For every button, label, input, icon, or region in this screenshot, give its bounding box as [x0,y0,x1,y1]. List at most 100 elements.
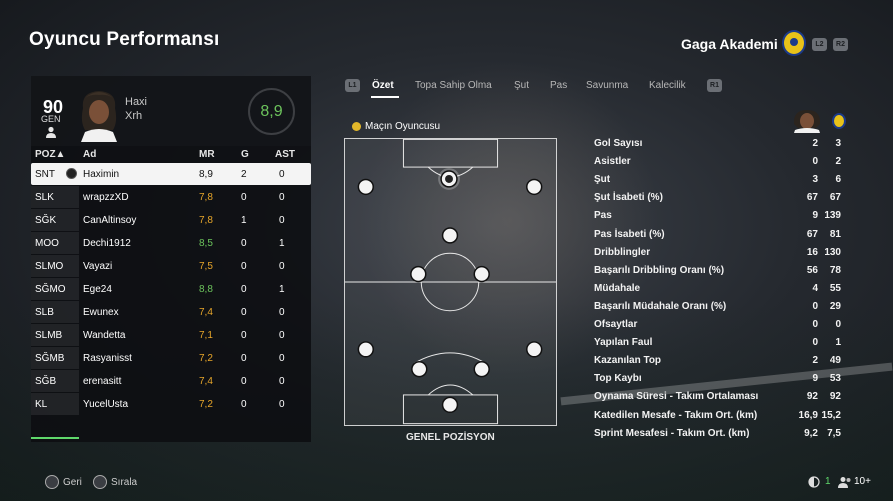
table-header: POZ▲ Ad MR G AST [31,146,311,163]
column-header-ast[interactable]: AST [275,149,295,160]
stat-player-value: 0 [812,319,818,330]
stat-row: Başarılı Dribbling Oranı (%) 56 78 [594,262,846,280]
row-goals: 0 [241,353,247,364]
circle-button-icon[interactable] [45,475,59,489]
row-player-name: YucelUsta [83,399,129,410]
stat-player-value: 9 [812,210,818,222]
l1-button-hint[interactable]: L1 [345,79,360,92]
page-title: Oyuncu Performansı [29,29,220,50]
stat-player-value: 4 [812,282,818,294]
r1-button-hint[interactable]: R1 [707,79,722,92]
stat-team-value: 0 [835,319,841,330]
row-assists: 0 [279,376,285,387]
row-player-name: wrapzzXD [83,192,129,203]
table-row[interactable]: SĞB erenasitt 7,4 0 0 [31,370,311,392]
stat-team-value: 53 [829,373,841,385]
stat-row: Oynama Süresi - Takım Ortalaması 92 92 [594,388,846,406]
table-row[interactable]: SĞMB Rasyanisst 7,2 0 0 [31,347,311,369]
row-player-name: Vayazi [83,261,113,272]
stat-team-value: 29 [829,300,841,312]
table-row[interactable]: SLMB Wandetta 7,1 0 0 [31,324,311,346]
table-row[interactable]: SĞK CanAltinsoy 7,8 1 0 [31,209,311,231]
player-marker-kl [441,396,459,414]
row-match-rating: 8,8 [199,284,213,295]
stat-row: Şut 3 6 [594,171,846,189]
stat-player-value: 92 [806,391,818,403]
stat-label: Pas [594,210,612,222]
r2-button-hint[interactable]: R2 [833,38,848,51]
stat-player-value: 16,9 [798,409,818,421]
table-row[interactable]: MOO Dechi1912 8,5 0 1 [31,232,311,254]
column-header-pos[interactable]: POZ▲ [35,149,65,160]
square-button-icon[interactable] [93,475,107,489]
scroll-indicator [31,437,79,439]
tab-passing[interactable]: Pas [550,80,567,91]
player-marker-slmo [410,265,427,283]
team-crest-icon [832,113,846,129]
online-count: 1 [825,476,831,487]
stat-player-value: 9,2 [804,427,818,439]
stat-player-value: 16 [806,246,818,258]
stat-team-value: 92 [829,391,841,403]
stat-team-value: 78 [829,264,841,276]
active-tab-underline [371,96,399,98]
row-player-name: Wandetta [83,330,126,341]
l2-button-hint[interactable]: L2 [812,38,827,51]
bottom-penalty-arc [427,384,474,396]
player-last-name: Xrh [125,110,143,122]
tab-goalkeeping[interactable]: Kalecilik [649,80,686,91]
stat-team-value: 3 [835,138,841,149]
stat-label: Pas İsabeti (%) [594,228,665,240]
row-player-name: erenasitt [83,376,122,387]
tab-shooting[interactable]: Şut [514,80,529,91]
tab-possession[interactable]: Topa Sahip Olma [415,80,492,91]
back-button[interactable]: Geri [63,477,82,488]
row-match-rating: 7,8 [199,192,213,203]
stat-row: Başarılı Müdahale Oranı (%) 0 29 [594,298,846,316]
row-goals: 0 [241,399,247,410]
players-count: 10+ [854,476,871,487]
stat-row: Sprint Mesafesi - Takım Ort. (km) 9,2 7,5 [594,425,846,443]
table-row[interactable]: SLK wrapzzXD 7,8 0 0 [31,186,311,208]
row-assists: 0 [279,215,285,226]
stat-label: Ofsaytlar [594,319,638,330]
row-assists: 0 [279,330,285,341]
stat-row: Müdahale 4 55 [594,280,846,298]
stat-player-value: 67 [806,192,818,204]
stat-label: Şut İsabeti (%) [594,192,663,204]
table-row[interactable]: SNT Haximin 8,9 2 0 [31,163,311,185]
row-match-rating: 7,2 [199,399,213,410]
stat-player-value: 0 [812,337,818,349]
column-header-g[interactable]: G [241,149,249,160]
table-row[interactable]: SLMO Vayazi 7,5 0 0 [31,255,311,277]
half-circle-icon [808,476,820,488]
stat-team-value: 81 [829,228,841,240]
stat-row: Top Kaybı 9 53 [594,370,846,388]
sort-button[interactable]: Sırala [111,477,137,488]
stat-row: Asistler 0 2 [594,153,846,171]
column-header-mr[interactable]: MR [199,149,215,160]
row-assists: 0 [279,399,285,410]
player-face-icon [793,110,821,133]
row-match-rating: 7,8 [199,215,213,226]
player-first-name: Haxi [125,96,148,108]
players-icon [838,477,851,488]
club-crest-icon [782,30,806,56]
row-goals: 0 [241,284,247,295]
stat-player-value: 2 [812,355,818,367]
table-row[interactable]: SLB Ewunex 7,4 0 0 [31,301,311,323]
table-row[interactable]: SĞMO Ege24 8,8 0 1 [31,278,311,300]
stat-row: Katedilen Mesafe - Takım Ort. (km) 16,9 15… [594,407,846,425]
player-marker-moo [441,227,459,244]
row-goals: 0 [241,376,247,387]
table-row[interactable]: KL YucelUsta 7,2 0 0 [31,393,311,415]
row-match-rating: 7,4 [199,376,213,387]
row-position: SLK [35,192,54,203]
tab-defending[interactable]: Savunma [586,80,628,91]
stat-row: Kazanılan Top 2 49 [594,352,846,370]
tab-summary[interactable]: Özet [372,80,394,91]
column-header-name[interactable]: Ad [83,149,96,160]
stat-row: Şut İsabeti (%) 67 67 [594,189,846,207]
player-marker-slk [357,178,374,196]
stat-label: Şut [594,174,611,186]
